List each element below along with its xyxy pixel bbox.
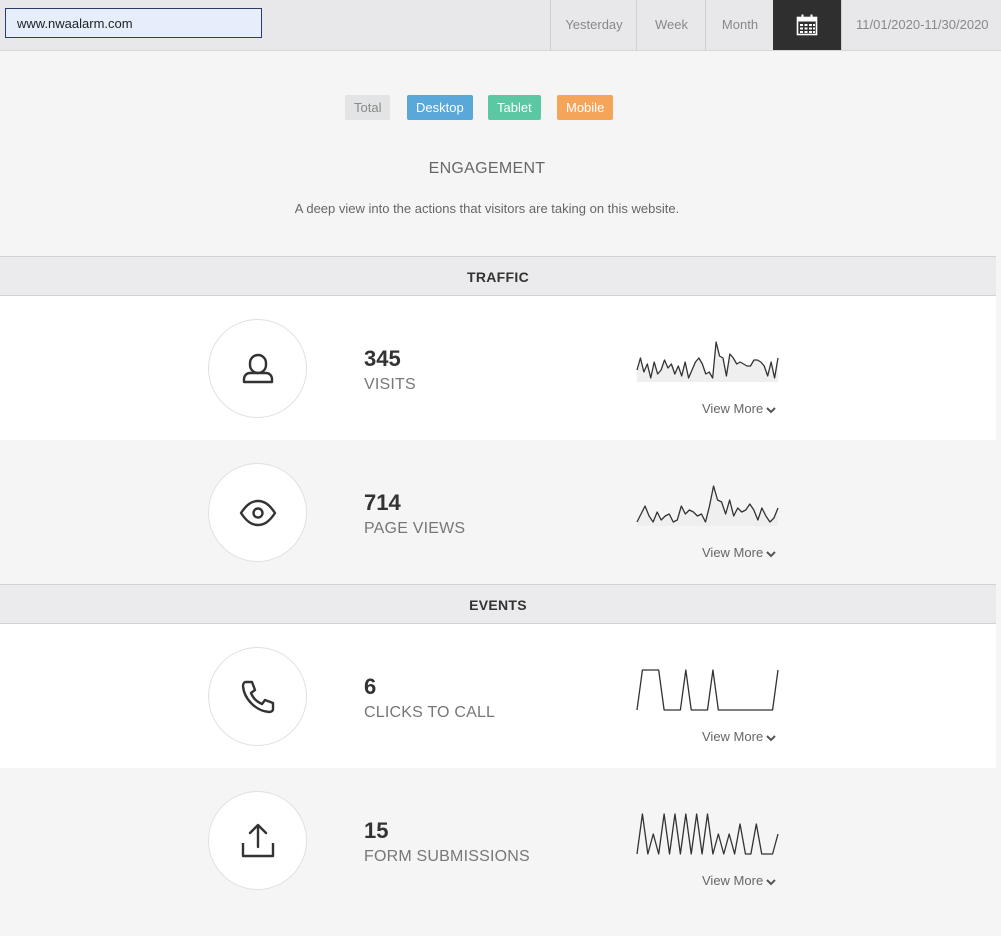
top-bar: Yesterday Week Month 11/01/2020-11/30/20… [0,0,1001,51]
upload-icon [241,823,275,858]
filter-tablet[interactable]: Tablet [488,95,541,120]
metric-row-form-submissions: 15 FORM SUBMISSIONS View More [0,768,996,912]
person-icon [242,353,274,384]
chevron-down-icon [766,734,776,741]
range-week-button[interactable]: Week [636,0,706,50]
metric-label: FORM SUBMISSIONS [364,848,530,865]
traffic-section-header: TRAFFIC [0,256,996,296]
phone-icon [241,680,275,714]
filter-desktop[interactable]: Desktop [407,95,473,120]
eye-icon [239,499,277,527]
filter-total[interactable]: Total [345,95,391,120]
view-more-link[interactable]: View More [702,545,776,560]
metric-value: 6 [364,674,377,699]
chevron-down-icon [766,550,776,557]
metric-row-visits: 345 VISITS View More [0,296,996,440]
metric-value: 15 [364,818,389,843]
view-more-link[interactable]: View More [702,873,776,888]
filter-mobile[interactable]: Mobile [557,95,614,120]
chevron-down-icon [766,878,776,885]
metric-row-page-views: 714 PAGE VIEWS View More [0,440,996,584]
engagement-description: A deep view into the actions that visito… [294,201,680,216]
metric-value: 345 [364,346,401,371]
chevron-down-icon [766,406,776,413]
sparkline-chart [636,813,779,855]
metric-icon-circle [208,647,307,746]
date-range-display[interactable]: 11/01/2020-11/30/2020 [841,0,1001,50]
calendar-button[interactable] [773,0,841,50]
sparkline-area [637,486,778,526]
metric-label: CLICKS TO CALL [364,704,496,721]
events-section-header: EVENTS [0,584,996,624]
sparkline-chart [636,669,779,711]
sparkline-chart [636,485,779,526]
metric-row-clicks-to-call: 6 CLICKS TO CALL View More [0,624,996,768]
metric-icon-circle [208,463,307,562]
metric-label: VISITS [364,376,416,393]
view-more-link[interactable]: View More [702,729,776,744]
sparkline-chart [636,341,779,382]
website-url-input[interactable] [5,8,262,38]
engagement-title: ENGAGEMENT [428,160,546,177]
range-month-button[interactable]: Month [705,0,774,50]
view-more-link[interactable]: View More [702,401,776,416]
range-yesterday-button[interactable]: Yesterday [550,0,637,50]
sparkline-area [637,342,778,382]
metric-value: 714 [364,490,401,515]
metric-label: PAGE VIEWS [364,520,466,537]
metric-icon-circle [208,791,307,890]
metric-icon-circle [208,319,307,418]
sparkline-line [636,669,779,711]
calendar-icon [796,14,818,36]
sparkline-line [636,813,779,855]
